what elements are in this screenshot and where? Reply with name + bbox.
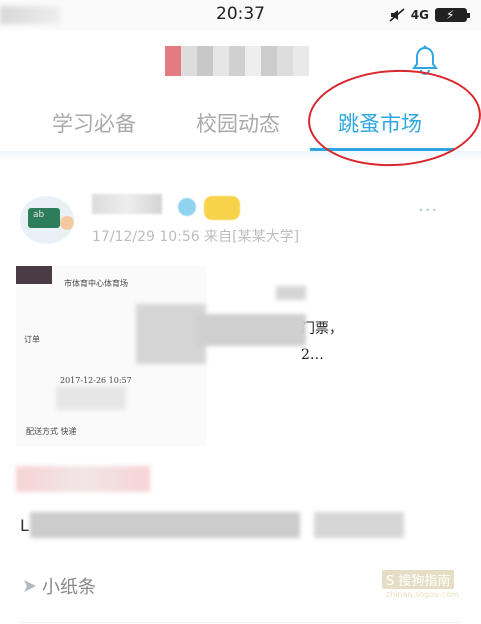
- title-blur-pixel: [293, 46, 309, 76]
- title-blur-pixel: [165, 46, 181, 76]
- doc-header-mark: [16, 266, 52, 284]
- note-button[interactable]: 小纸条: [22, 574, 96, 598]
- desc-prefix: L: [20, 516, 29, 535]
- tab-campus-news[interactable]: 校园动态: [196, 108, 280, 138]
- battery-icon: ⚡: [435, 8, 470, 22]
- paper-plane-icon: [24, 580, 36, 592]
- watermark-main: S 搜狗指南: [382, 570, 455, 589]
- doc-right-line: 门票，: [301, 321, 343, 337]
- doc-line: 配送方式 快递: [26, 427, 77, 436]
- title-blur-pixel: [261, 46, 277, 76]
- image-blur: [196, 314, 306, 346]
- doc-right-text: 门票， 2…: [301, 316, 343, 368]
- desc-blur: [30, 512, 300, 538]
- watermark: S 搜狗指南 zhinan.sogou.com: [372, 566, 464, 604]
- post-title-blur: [16, 466, 150, 492]
- level-badge: [178, 198, 196, 216]
- doc-line: 订单: [24, 335, 40, 344]
- note-label: 小纸条: [42, 577, 96, 598]
- doc-line: 2017-12-26 10:57: [60, 376, 132, 385]
- desc-blur: [314, 512, 404, 538]
- title-blur-pixel: [229, 46, 245, 76]
- post-description: L: [20, 510, 410, 540]
- title-blur-pixel: [181, 46, 197, 76]
- vip-badge: [204, 196, 240, 220]
- network-label: 4G: [410, 8, 429, 22]
- status-bar: 20:37 4G ⚡: [0, 0, 481, 30]
- title-blur-pixel: [245, 46, 261, 76]
- username[interactable]: [92, 194, 162, 214]
- chalkboard-icon: [28, 208, 60, 228]
- more-icon[interactable]: ···: [418, 200, 438, 221]
- title-blur-pixel: [197, 46, 213, 76]
- image-blur: [56, 386, 126, 410]
- title-blur-pixel: [213, 46, 229, 76]
- doc-right-line: 2…: [301, 347, 324, 363]
- doc-line: 市体育中心体育场: [64, 279, 128, 288]
- tab-study[interactable]: 学习必备: [52, 108, 136, 138]
- bottom-divider: [20, 622, 460, 623]
- status-icons: 4G ⚡: [389, 6, 470, 24]
- avatar[interactable]: [20, 196, 74, 244]
- mute-icon: [389, 8, 405, 22]
- image-blur: [276, 286, 306, 300]
- page-title: [165, 46, 309, 76]
- title-blur-pixel: [277, 46, 293, 76]
- post-image[interactable]: 市体育中心体育场 订单 2017-12-26 10:57 配送方式 快递 门票，…: [16, 266, 374, 446]
- watermark-sub: zhinan.sogou.com: [386, 590, 459, 599]
- meta-blur: [92, 224, 322, 246]
- hand-icon: [60, 216, 74, 230]
